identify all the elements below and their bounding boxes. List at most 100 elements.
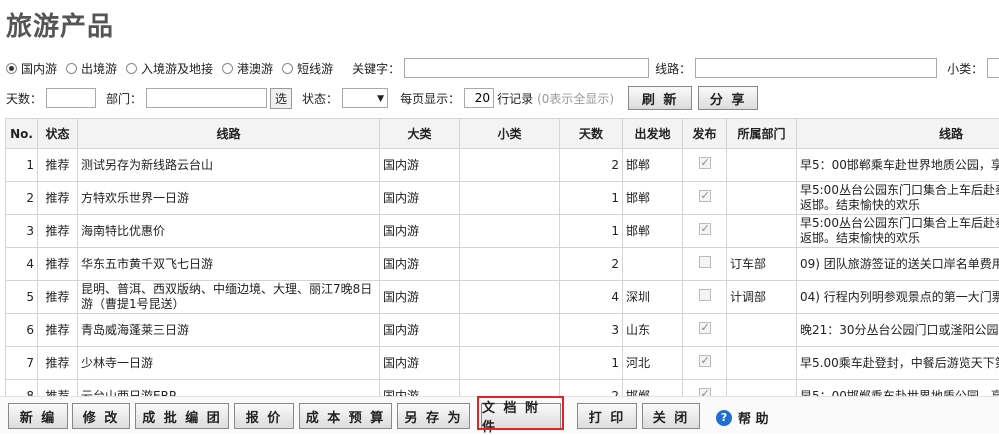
cell-department [727, 149, 797, 182]
col-header-no[interactable]: No. [6, 119, 38, 149]
cell-category: 国内游 [380, 149, 460, 182]
close-button[interactable]: 关 闭 [642, 403, 700, 429]
filter-row-1: 国内游出境游入境游及地接港澳游短线游 关键字： 线路： 小类： [6, 57, 999, 79]
table-row[interactable]: 4推荐华东五市黄千双飞七日游国内游2订车部09) 团队旅游签证的送关口岸名单费用 [6, 248, 999, 281]
published-checkbox[interactable] [699, 190, 711, 202]
col-header-days[interactable]: 天数 [560, 119, 623, 149]
days-input[interactable] [46, 88, 96, 108]
radio-button[interactable] [126, 63, 137, 74]
dept-input[interactable] [146, 88, 267, 108]
cell-department [727, 215, 797, 248]
cell-category: 国内游 [380, 248, 460, 281]
cell-status: 推荐 [38, 281, 78, 314]
cell-route: 青岛威海蓬莱三日游 [78, 314, 380, 347]
cell-subcategory [460, 347, 560, 380]
cell-department: 订车部 [727, 248, 797, 281]
bottom-toolbar: 新 编 修 改 成 批 编 团 报 价 成 本 预 算 另 存 为 文 档 附 … [0, 396, 999, 433]
col-header-itinerary[interactable]: 线路 [797, 119, 999, 149]
cell-department [727, 314, 797, 347]
cell-subcategory [460, 380, 560, 397]
dept-label: 部门： [106, 90, 142, 107]
col-header-route[interactable]: 线路 [78, 119, 380, 149]
col-header-department[interactable]: 所属部门 [727, 119, 797, 149]
status-select[interactable]: ▼ [342, 88, 388, 108]
region-radio-option[interactable]: 港澳游 [222, 60, 273, 77]
cell-category: 国内游 [380, 281, 460, 314]
region-radio-option[interactable]: 国内游 [6, 60, 57, 77]
col-header-departure[interactable]: 出发地 [623, 119, 683, 149]
batch-group-button[interactable]: 成 批 编 团 [135, 403, 229, 429]
keyword-input[interactable] [404, 58, 649, 78]
per-page-label: 每页显示： [400, 90, 460, 107]
per-page-input[interactable] [464, 88, 494, 108]
col-header-subcategory[interactable]: 小类 [460, 119, 560, 149]
published-checkbox[interactable] [699, 157, 711, 169]
cell-days: 4 [560, 281, 623, 314]
cell-route: 少林寺一日游 [78, 347, 380, 380]
published-checkbox[interactable] [699, 223, 711, 235]
dept-select-button[interactable]: 选 [270, 88, 292, 109]
cell-route: 华东五市黄千双飞七日游 [78, 248, 380, 281]
help-button[interactable]: ? 帮 助 [716, 408, 769, 427]
cell-departure: 山东 [623, 314, 683, 347]
cell-no: 1 [6, 149, 38, 182]
cell-category: 国内游 [380, 314, 460, 347]
published-checkbox[interactable] [699, 256, 711, 268]
col-header-status[interactable]: 状态 [38, 119, 78, 149]
table-row[interactable]: 8推荐云台山两日游ERP国内游2邯郸早5：00邯郸乘车赴世界地质公园，享有 - … [6, 380, 999, 397]
table-row[interactable]: 3推荐海南特比优惠价国内游1邯郸早5:00丛台公园东门口集合上车后赴泰 游览完毕… [6, 215, 999, 248]
save-as-button[interactable]: 另 存 为 [397, 403, 470, 429]
table-row[interactable]: 7推荐少林寺一日游国内游1河北早5.00乘车赴登封，中餐后游览天下第 【少林寺】 [6, 347, 999, 380]
cell-itinerary: 早5：00邯郸乘车赴世界地质公园，享有 - 云台山 [797, 380, 999, 397]
quote-button[interactable]: 报 价 [234, 403, 294, 429]
cell-departure [623, 248, 683, 281]
attachments-button[interactable]: 文 档 附 件 [481, 403, 561, 429]
route-input[interactable] [695, 58, 937, 78]
share-button[interactable]: 分 享 [698, 86, 758, 110]
records-hint: (0表示全显示) [537, 90, 614, 107]
new-button[interactable]: 新 编 [8, 403, 68, 429]
region-radio-option[interactable]: 出境游 [66, 60, 117, 77]
region-radio-option[interactable]: 短线游 [282, 60, 333, 77]
col-header-category[interactable]: 大类 [380, 119, 460, 149]
published-checkbox[interactable] [699, 289, 711, 301]
edit-button[interactable]: 修 改 [72, 403, 130, 429]
cell-published [683, 182, 727, 215]
radio-label: 港澳游 [237, 60, 273, 77]
cell-days: 2 [560, 380, 623, 397]
cost-budget-button[interactable]: 成 本 预 算 [299, 403, 392, 429]
radio-button[interactable] [222, 63, 233, 74]
cell-category: 国内游 [380, 182, 460, 215]
cell-status: 推荐 [38, 248, 78, 281]
cell-published [683, 347, 727, 380]
cell-status: 推荐 [38, 314, 78, 347]
published-checkbox[interactable] [699, 322, 711, 334]
status-label: 状态： [302, 90, 338, 107]
chevron-down-icon: ▼ [377, 94, 384, 104]
refresh-button[interactable]: 刷 新 [628, 86, 692, 110]
cell-itinerary: 早5:00丛台公园东门口集合上车后赴泰 游览完毕后适时返邯。结束愉快的欢乐 [797, 215, 999, 248]
print-button[interactable]: 打 印 [577, 403, 637, 429]
radio-label: 国内游 [21, 60, 57, 77]
cell-itinerary: 早5：00邯郸乘车赴世界地质公园，享有 - 云台山 [797, 149, 999, 182]
cell-department: 计调部 [727, 281, 797, 314]
cell-category: 国内游 [380, 215, 460, 248]
cell-subcategory [460, 215, 560, 248]
cell-route: 昆明、普洱、西双版纳、中缅边境、大理、丽江7晚8日游（曹提1号昆送） [78, 281, 380, 314]
region-radio-option[interactable]: 入境游及地接 [126, 60, 213, 77]
published-checkbox[interactable] [699, 355, 711, 367]
col-header-published[interactable]: 发布 [683, 119, 727, 149]
table-row[interactable]: 5推荐昆明、普洱、西双版纳、中缅边境、大理、丽江7晚8日游（曹提1号昆送）国内游… [6, 281, 999, 314]
radio-button[interactable] [66, 63, 77, 74]
radio-button[interactable] [6, 63, 17, 74]
published-checkbox[interactable] [699, 388, 711, 396]
cell-department [727, 347, 797, 380]
cell-itinerary: 09) 团队旅游签证的送关口岸名单费用 [797, 248, 999, 281]
cell-published [683, 149, 727, 182]
radio-button[interactable] [282, 63, 293, 74]
table-row[interactable]: 1推荐测试另存为新线路云台山国内游2邯郸早5：00邯郸乘车赴世界地质公园，享有 … [6, 149, 999, 182]
subcategory-input[interactable] [987, 58, 999, 78]
table-row[interactable]: 2推荐方特欢乐世界一日游国内游1邯郸早5:00丛台公园东门口集合上车后赴泰 游览… [6, 182, 999, 215]
cell-status: 推荐 [38, 182, 78, 215]
table-row[interactable]: 6推荐青岛威海蓬莱三日游国内游3山东晚21：30分丛台公园门口或滏阳公园 滨之旅… [6, 314, 999, 347]
